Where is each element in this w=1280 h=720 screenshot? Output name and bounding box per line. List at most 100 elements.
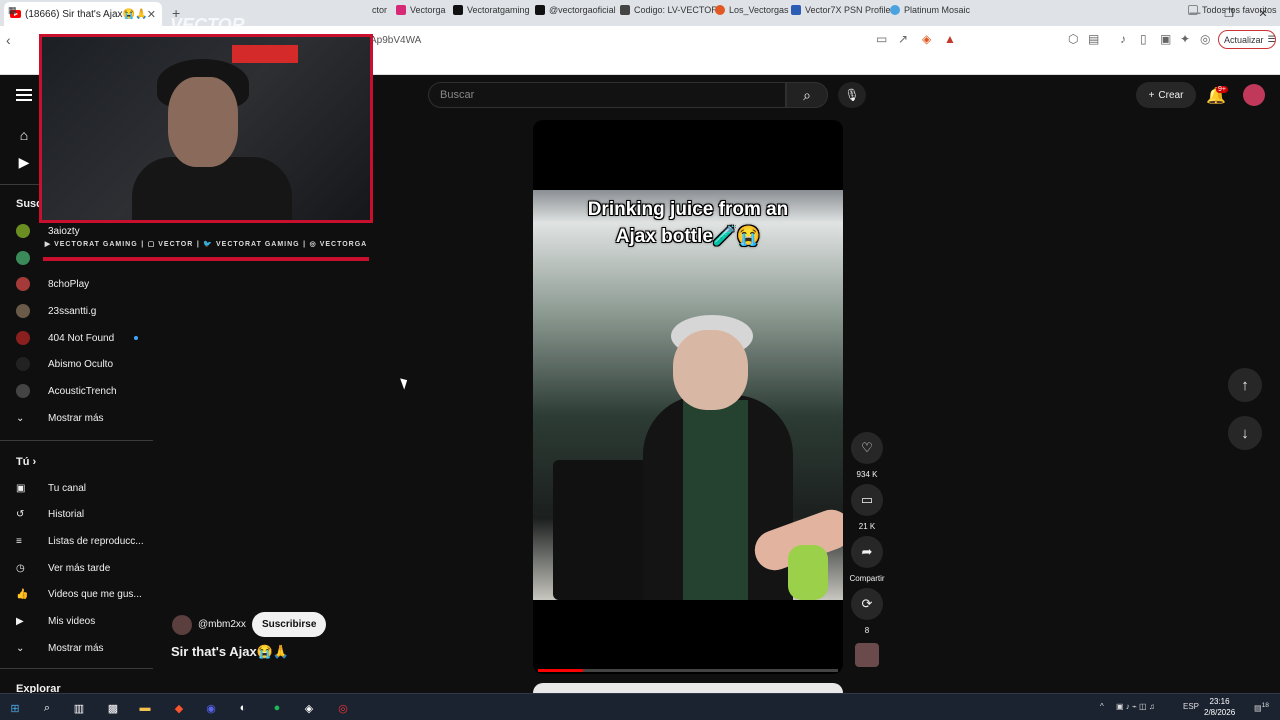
discord-icon[interactable]: ◉ bbox=[202, 699, 220, 717]
sidebar-item-your-channel[interactable]: ▣ Tu canal bbox=[16, 480, 86, 496]
create-button[interactable]: + Crear bbox=[1136, 82, 1196, 108]
subscription-item[interactable]: AcousticTrench bbox=[16, 383, 117, 399]
task-view-icon[interactable]: ▥ bbox=[70, 699, 88, 717]
date: 2/8/2026 bbox=[1204, 708, 1236, 717]
bookmark-label: Vector7X PSN Profile bbox=[805, 5, 891, 15]
sidebar-toggle-icon[interactable]: ▤ bbox=[1088, 32, 1099, 46]
app-red-icon[interactable]: ◎ bbox=[334, 699, 352, 717]
next-short-button[interactable]: ↓ bbox=[1228, 416, 1262, 450]
streamer-face bbox=[168, 77, 238, 167]
arrow-down-icon: ↓ bbox=[1241, 424, 1249, 442]
search-input[interactable]: Buscar bbox=[428, 82, 786, 108]
brave-rewards-icon[interactable]: ▲ bbox=[944, 32, 956, 46]
steam-icon[interactable]: ◐ bbox=[234, 699, 252, 717]
obs-icon[interactable]: ◈ bbox=[300, 699, 318, 717]
voice-search-button[interactable]: 🎙 bbox=[838, 82, 866, 108]
stream-logo: VECTOR bbox=[170, 15, 245, 35]
spotify-icon[interactable]: ● bbox=[268, 699, 286, 717]
webcam-overlay bbox=[39, 34, 373, 223]
sub-name: 404 Not Found bbox=[48, 332, 115, 344]
subscription-item[interactable]: 8choPlay bbox=[16, 276, 89, 292]
sidebar-item-watch-later[interactable]: ◷ Ver más tarde bbox=[16, 560, 110, 576]
sidebar-item-liked[interactable]: 👍 Videos que me gus... bbox=[16, 586, 142, 602]
brave-shield-icon[interactable]: ◈ bbox=[922, 32, 931, 46]
taskbar-search-icon[interactable]: ⌕ bbox=[38, 699, 56, 717]
show-more-subs[interactable]: ⌄ Mostrar más bbox=[16, 410, 104, 426]
twitch-handle: ▢ VECTOR bbox=[147, 241, 194, 248]
windows-taskbar: ⊞ ⌕ ▥ ▩ ▬ ◆ ◉ ◐ ● ◈ ◎ ^ ▣ ♪ ⌁ ◫ ♫ ESP 23… bbox=[0, 693, 1280, 720]
file-explorer-icon[interactable]: ▬ bbox=[136, 699, 154, 717]
overlay-underline bbox=[43, 257, 369, 261]
url-text: Ap9bV4WA bbox=[370, 34, 422, 46]
subscription-item[interactable]: 23ssantti.g bbox=[16, 303, 96, 319]
previous-short-button[interactable]: ↑ bbox=[1228, 368, 1262, 402]
subscription-item[interactable]: Abismo Oculto bbox=[16, 356, 113, 372]
like-count: 934 K bbox=[856, 470, 878, 479]
bookmark-item[interactable]: ctor bbox=[372, 5, 387, 15]
clock[interactable]: 23:16 2/8/2026 bbox=[1204, 696, 1235, 718]
sidebar-item-history[interactable]: ↺ Historial bbox=[16, 506, 84, 522]
vpn-icon[interactable]: ◎ bbox=[1200, 32, 1210, 46]
hamburger-menu-icon[interactable] bbox=[16, 89, 32, 101]
youtube-handle: ▶ VECTORAT GAMING bbox=[44, 241, 138, 248]
time: 23:16 bbox=[1209, 697, 1230, 706]
plus-icon: + bbox=[1148, 89, 1155, 101]
url-field[interactable]: Ap9bV4WA bbox=[370, 30, 964, 50]
sidebar-item-playlists[interactable]: ≡ Listas de reproducc... bbox=[16, 533, 144, 549]
home-icon[interactable]: ⌂ bbox=[16, 127, 32, 143]
notification-center-icon[interactable]: ▤18 bbox=[1254, 702, 1269, 713]
owner-avatar[interactable] bbox=[172, 614, 192, 635]
tray-icons[interactable]: ▣ ♪ ⌁ ◫ ♫ bbox=[1116, 702, 1155, 711]
reading-icon[interactable]: ▯ bbox=[1140, 32, 1147, 46]
bookmark-item[interactable]: Codigo: LV-VECTOR bbox=[620, 5, 718, 15]
cashier-face bbox=[673, 330, 748, 410]
bookmark-item[interactable]: Los_Vectorgas bbox=[715, 5, 789, 15]
account-avatar[interactable] bbox=[1243, 84, 1265, 106]
tray-chevron-icon[interactable]: ^ bbox=[1100, 702, 1104, 711]
next-short-preview[interactable] bbox=[533, 683, 843, 693]
music-icon[interactable]: ♪ bbox=[1120, 32, 1126, 46]
show-more-you[interactable]: ⌄ Mostrar más bbox=[16, 640, 104, 656]
you-section-title[interactable]: Tú › bbox=[16, 456, 36, 468]
wallet-icon[interactable]: ▣ bbox=[1160, 32, 1171, 46]
sub-name: 23ssantti.g bbox=[48, 305, 97, 317]
comment-icon[interactable]: ▭ bbox=[851, 484, 883, 516]
search-button[interactable]: ⌕ bbox=[786, 82, 828, 108]
bookmark-item[interactable]: Vectorga bbox=[396, 5, 446, 15]
share-icon[interactable]: ➦ bbox=[851, 536, 883, 568]
leo-icon[interactable]: ✦ bbox=[1180, 32, 1190, 46]
comment-action[interactable]: ▭ 21 K bbox=[849, 484, 885, 531]
remix-icon[interactable]: ⟳ bbox=[851, 588, 883, 620]
apps-grid-icon[interactable]: ▦ bbox=[8, 5, 17, 16]
like-icon[interactable]: ♡ bbox=[851, 432, 883, 464]
browser-tab[interactable]: (18666) Sir that's Ajax😭🙏 ✕ bbox=[4, 2, 162, 26]
update-button[interactable]: Actualizar ☰ bbox=[1218, 30, 1276, 49]
share-page-icon[interactable]: ↗ bbox=[898, 32, 908, 46]
bookmark-item[interactable]: Vectoratgaming bbox=[453, 5, 530, 15]
bookmark-item[interactable]: Platinum Mosaic bbox=[890, 5, 970, 15]
like-action[interactable]: ♡ 934 K bbox=[849, 432, 885, 479]
extensions-icon[interactable]: ⬡ bbox=[1068, 32, 1078, 46]
app-icon[interactable]: ▩ bbox=[104, 699, 122, 717]
bookmark-label: Vectoratgaming bbox=[467, 5, 530, 15]
shorts-player[interactable]: Drinking juice from an Ajax bottle🧪😭 bbox=[533, 120, 843, 674]
all-favorites[interactable]: Todos los favoritos bbox=[1188, 5, 1277, 15]
shorts-icon[interactable]: ▶ bbox=[16, 154, 32, 170]
sound-channel-avatar[interactable] bbox=[855, 643, 879, 667]
caption-line-2: Ajax bottle🧪😭 bbox=[615, 226, 761, 247]
subscribe-button[interactable]: Suscribirse bbox=[251, 612, 327, 637]
brave-icon[interactable]: ◆ bbox=[170, 699, 188, 717]
language-indicator[interactable]: ESP bbox=[1183, 702, 1199, 711]
owner-handle[interactable]: @mbm2xx bbox=[198, 619, 246, 630]
sidebar-item-my-videos[interactable]: ▶ Mis videos bbox=[16, 613, 95, 629]
bookmark-item[interactable]: @vectorgaoficial bbox=[535, 5, 616, 15]
progress-bar[interactable] bbox=[538, 669, 838, 672]
start-icon[interactable]: ⊞ bbox=[6, 699, 24, 717]
cast-icon[interactable]: ▭ bbox=[876, 32, 887, 46]
remix-action[interactable]: ⟳ 8 bbox=[849, 588, 885, 635]
subscription-item[interactable]: 404 Not Found bbox=[16, 330, 139, 346]
back-icon[interactable]: ‹ bbox=[6, 32, 11, 48]
share-action[interactable]: ➦ Compartir bbox=[849, 536, 885, 583]
close-tab-icon[interactable]: ✕ bbox=[147, 8, 156, 21]
bookmark-item[interactable]: Vector7X PSN Profile bbox=[791, 5, 891, 15]
